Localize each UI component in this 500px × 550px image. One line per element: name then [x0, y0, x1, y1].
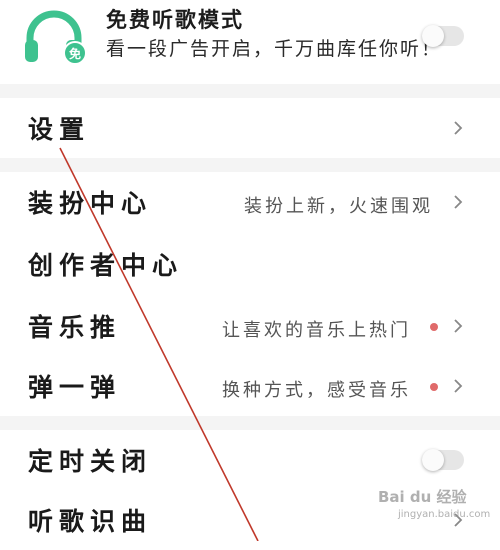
sleep-timer-label: 定时关闭 [28, 447, 153, 476]
music-promote-label: 音乐推 [28, 313, 122, 342]
play-along-label: 弹一弹 [28, 373, 122, 402]
banner-title: 免费听歌模式 [106, 8, 244, 32]
red-dot-icon [430, 323, 438, 331]
free-listening-banner[interactable]: 免 免费听歌模式 看一段广告开启，千万曲库任你听！ [0, 0, 500, 84]
free-badge: 免 [69, 46, 81, 61]
creator-center-label: 创作者中心 [28, 251, 184, 280]
music-promote-hint: 让喜欢的音乐上热门 [222, 320, 411, 341]
settings-row[interactable]: 设置 [0, 98, 500, 158]
section-divider [0, 158, 500, 172]
chevron-right-icon [454, 319, 463, 333]
dressup-center-row[interactable]: 装扮中心 装扮上新，火速围观 [0, 172, 500, 232]
headphones-icon: 免 [25, 10, 86, 65]
section-divider [0, 416, 500, 430]
toggle-knob [422, 25, 444, 47]
chevron-right-icon [454, 121, 463, 135]
banner-subtitle: 看一段广告开启，千万曲库任你听！ [106, 38, 443, 60]
creator-center-row[interactable]: 创作者中心 [0, 234, 500, 294]
music-promote-row[interactable]: 音乐推 让喜欢的音乐上热门 [0, 296, 500, 356]
free-mode-toggle[interactable] [422, 25, 464, 47]
watermark-logo: Bai du 经验 [378, 488, 467, 506]
section-divider [0, 84, 500, 98]
sleep-timer-row[interactable]: 定时关闭 [0, 430, 500, 490]
play-along-hint: 换种方式，感受音乐 [222, 380, 411, 401]
chevron-right-icon [454, 379, 463, 393]
chevron-right-icon [454, 195, 463, 209]
song-recognition-label: 听歌识曲 [28, 507, 153, 536]
settings-label: 设置 [28, 115, 91, 144]
watermark-url: jingyan.baidu.com [398, 509, 491, 520]
toggle-knob [422, 449, 444, 471]
red-dot-icon [430, 383, 438, 391]
dressup-center-label: 装扮中心 [28, 189, 153, 218]
dressup-center-hint: 装扮上新，火速围观 [244, 196, 433, 217]
play-along-row[interactable]: 弹一弹 换种方式，感受音乐 [0, 356, 500, 416]
sleep-timer-toggle[interactable] [422, 449, 464, 471]
